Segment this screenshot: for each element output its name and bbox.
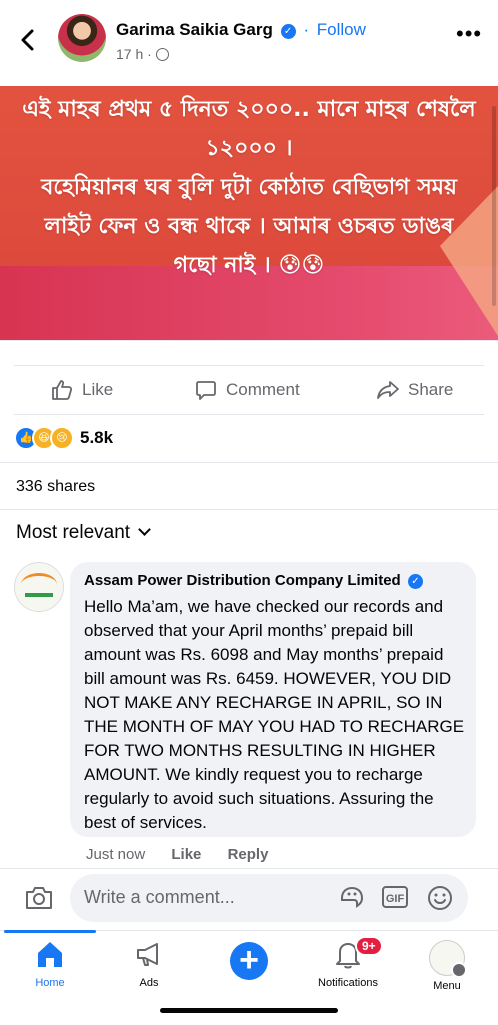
verified-badge-icon: ✓ — [280, 24, 296, 39]
sad-icon: 😢 — [50, 426, 74, 450]
post-banner[interactable]: এই মাহৰ প্ৰথম ৫ দিনত ২০০০.. মানে মাহৰ শে… — [0, 86, 498, 340]
globe-icon — [155, 48, 169, 61]
tab-home[interactable]: Home — [5, 938, 95, 989]
comment-like-button[interactable]: Like — [171, 846, 201, 863]
like-label: Like — [82, 380, 114, 399]
notification-badge: 9+ — [355, 936, 383, 956]
thumbs-up-icon — [52, 380, 73, 400]
author-avatar[interactable] — [58, 14, 106, 62]
sort-label: Most relevant — [16, 522, 131, 543]
reaction-count: 5.8k — [80, 428, 114, 447]
commenter-name[interactable]: Assam Power Distribution Company Limited — [84, 572, 401, 589]
camera-icon[interactable] — [24, 884, 54, 912]
comment-time: Just now — [86, 846, 146, 863]
scrollbar[interactable] — [492, 106, 496, 306]
share-count[interactable]: 336 shares — [16, 478, 95, 496]
author-line: Garima Saikia Garg ✓ · Follow — [116, 20, 366, 40]
comment-button[interactable]: Comment — [194, 366, 300, 414]
tab-notifications-label: Notifications — [318, 977, 378, 989]
comment-bubble: Assam Power Distribution Company Limited… — [70, 562, 476, 837]
back-arrow-icon[interactable] — [14, 26, 42, 54]
section-gap — [0, 340, 498, 363]
verified-badge-icon: ✓ — [407, 574, 423, 589]
share-arrow-icon — [377, 381, 399, 399]
sticker-icon[interactable] — [338, 884, 366, 912]
comment-text: Hello Ma’am, we have checked our records… — [84, 597, 465, 832]
post-header: Garima Saikia Garg ✓ · Follow 17 h · ••• — [0, 0, 498, 86]
comment-meta: Just now Like Reply — [86, 846, 290, 863]
megaphone-icon — [137, 943, 158, 966]
commenter-line: Assam Power Distribution Company Limited… — [84, 572, 423, 589]
divider — [0, 509, 498, 510]
menu-avatar — [429, 940, 467, 978]
active-tab-indicator — [4, 930, 96, 933]
tab-menu-label: Menu — [433, 980, 461, 992]
tab-notifications[interactable]: 9+ Notifications — [303, 936, 393, 989]
like-button[interactable]: Like — [50, 366, 113, 414]
home-icon — [38, 942, 62, 967]
share-label: Share — [408, 380, 454, 399]
follow-button[interactable]: Follow — [317, 20, 366, 39]
share-button[interactable]: Share — [376, 366, 453, 414]
comment-placeholder: Write a comment... — [84, 887, 235, 907]
chevron-down-icon — [138, 523, 151, 536]
separator-dot: · — [303, 20, 310, 39]
author-name[interactable]: Garima Saikia Garg — [116, 20, 273, 39]
tab-home-label: Home — [35, 977, 65, 989]
comment-label: Comment — [226, 380, 300, 399]
emoji-icon[interactable] — [426, 884, 454, 912]
plus-icon: + — [230, 942, 268, 980]
reactions-summary[interactable]: 👍 😆 😢 5.8k — [14, 426, 113, 450]
logo-stripe — [25, 593, 53, 597]
divider — [0, 462, 498, 463]
post-meta: 17 h · — [116, 46, 169, 62]
comment-bubble-icon — [196, 381, 216, 400]
comment-input[interactable]: Write a comment... GIF — [70, 874, 468, 922]
comment-reply-button[interactable]: Reply — [228, 846, 269, 863]
comment-sort-dropdown[interactable]: Most relevant — [16, 522, 151, 544]
more-options-icon[interactable]: ••• — [456, 23, 482, 48]
post-time: 17 h · — [116, 46, 152, 62]
gif-icon[interactable]: GIF — [382, 886, 408, 908]
tab-ads[interactable]: Ads — [104, 938, 194, 989]
tab-create[interactable]: + — [204, 938, 294, 980]
post-actions: Like Comment Share — [14, 365, 484, 415]
tab-menu[interactable]: Menu — [402, 938, 492, 992]
home-indicator — [160, 1008, 338, 1013]
commenter-avatar[interactable] — [14, 562, 64, 612]
banner-text: এই মাহৰ প্ৰথম ৫ দিনত ২০০০.. মানে মাহৰ শে… — [22, 97, 476, 278]
tab-ads-label: Ads — [139, 977, 159, 989]
